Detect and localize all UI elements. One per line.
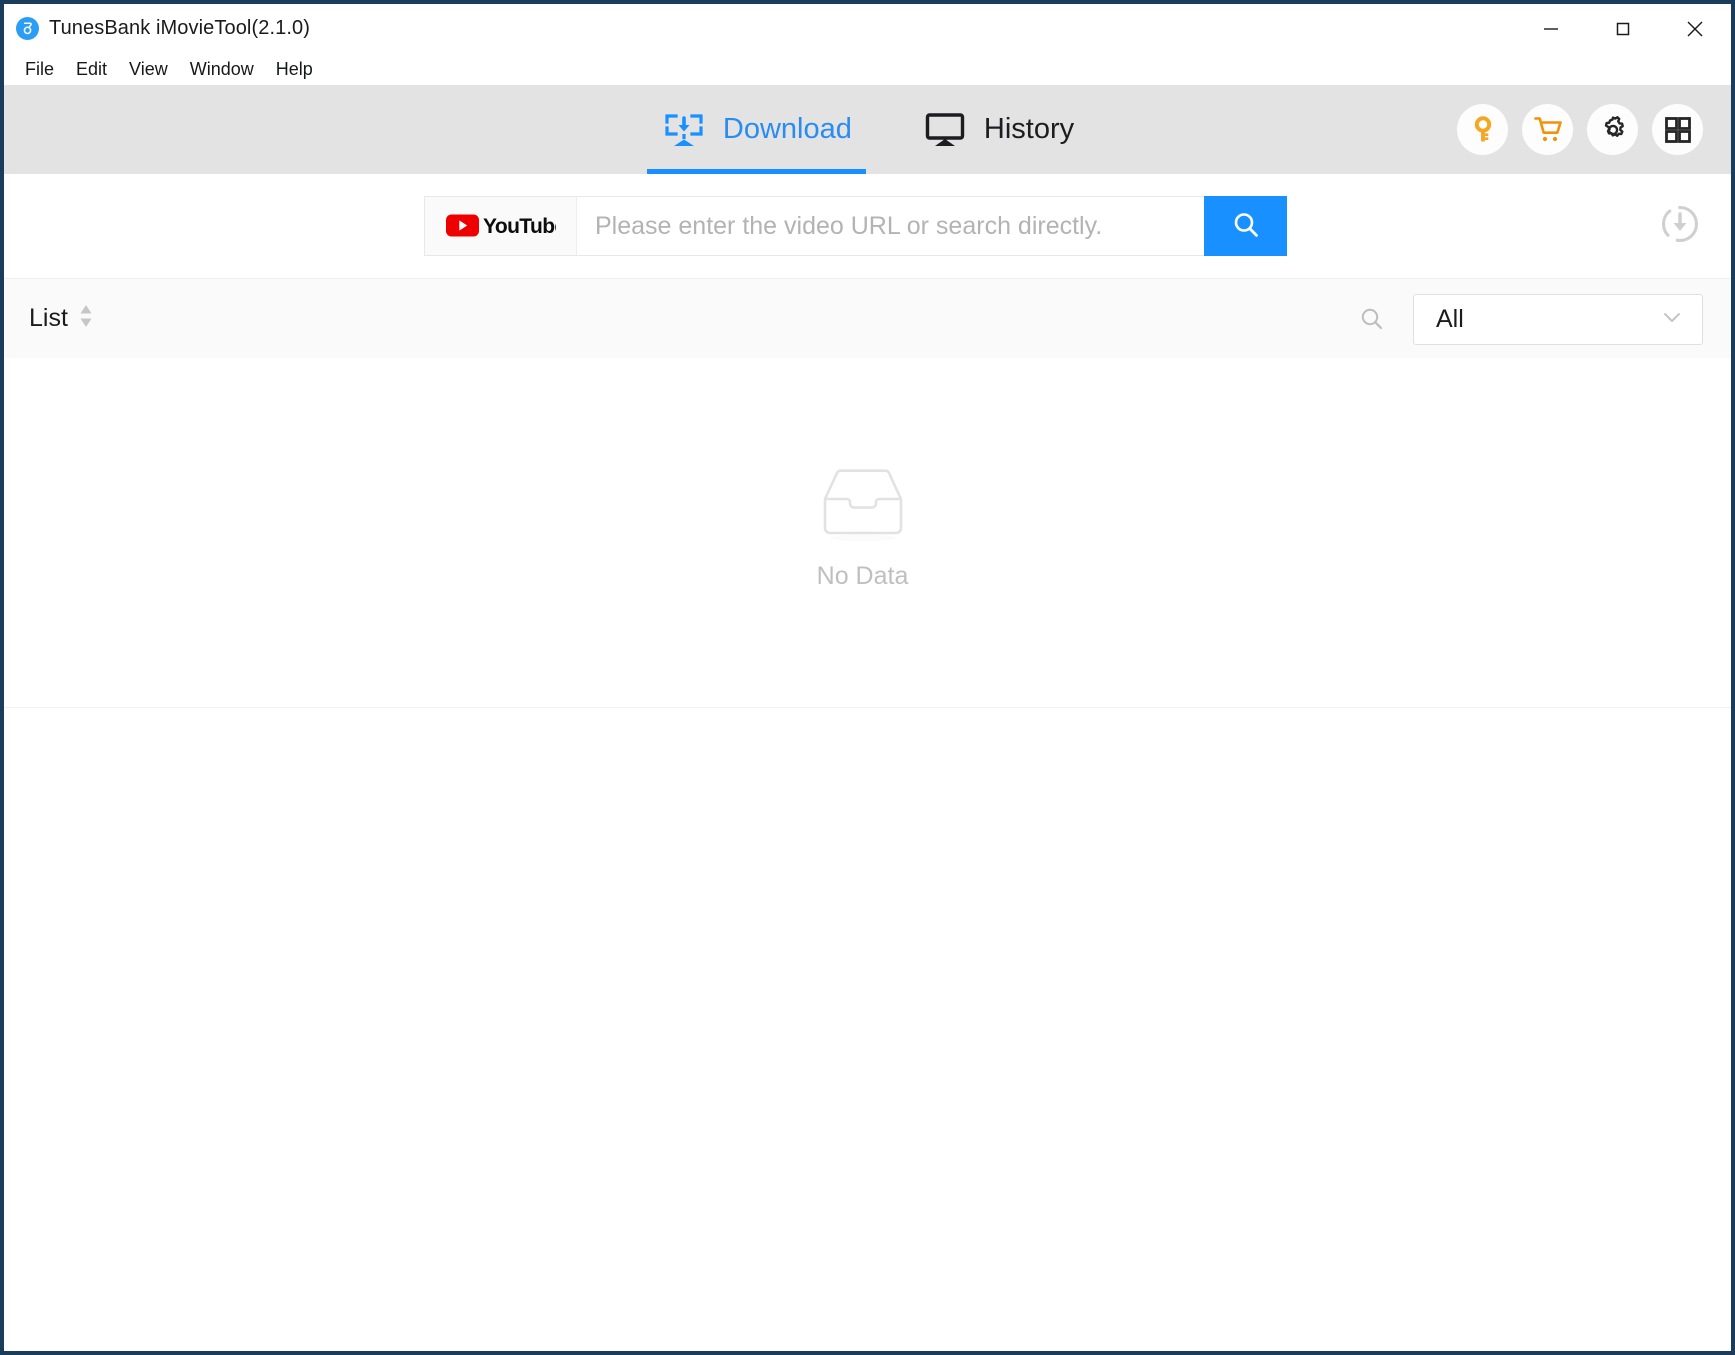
app-window: TunesBank iMovieTool(2.1.0) File <box>0 0 1735 1355</box>
list-search-icon[interactable] <box>1359 306 1385 332</box>
empty-inbox-icon <box>815 463 911 550</box>
sort-updown-icon <box>79 303 93 334</box>
monitor-download-icon <box>661 107 707 153</box>
filter-select[interactable]: All <box>1413 294 1703 345</box>
tab-download[interactable]: Download <box>647 85 866 174</box>
search-button[interactable] <box>1204 196 1287 256</box>
download-manager-button[interactable] <box>1657 203 1703 249</box>
tab-history[interactable]: History <box>908 85 1088 174</box>
maximize-button[interactable] <box>1587 4 1659 53</box>
grid-icon <box>1664 116 1692 144</box>
title-bar: TunesBank iMovieTool(2.1.0) <box>4 4 1731 53</box>
cart-icon <box>1532 114 1563 145</box>
list-sort-label: List <box>29 304 68 333</box>
search-input[interactable] <box>576 196 1204 256</box>
register-key-button[interactable] <box>1457 104 1508 155</box>
menu-item-window[interactable]: Window <box>179 57 265 82</box>
window-controls <box>1515 4 1731 53</box>
list-sort-control[interactable]: List <box>29 303 93 334</box>
toolbar-right: All <box>1359 279 1703 359</box>
purchase-cart-button[interactable] <box>1522 104 1573 155</box>
menu-item-file[interactable]: File <box>14 57 65 82</box>
nav-bar: Download History <box>4 85 1731 174</box>
nav-actions <box>1457 85 1703 174</box>
close-button[interactable] <box>1659 4 1731 53</box>
empty-state-text: No Data <box>817 562 909 591</box>
menu-item-help[interactable]: Help <box>265 57 324 82</box>
filter-select-value: All <box>1436 305 1464 334</box>
chevron-down-icon <box>1660 305 1684 334</box>
key-icon <box>1468 115 1498 145</box>
app-logo-icon <box>16 17 39 40</box>
platform-selector[interactable]: YouTube <box>424 196 576 256</box>
empty-state: No Data <box>815 463 911 591</box>
tab-download-label: Download <box>723 113 852 146</box>
search-section: YouTube <box>4 174 1731 278</box>
menu-bar: File Edit View Window Help <box>4 53 1731 85</box>
minimize-button[interactable] <box>1515 4 1587 53</box>
search-group: YouTube <box>424 196 1287 256</box>
list-toolbar: List All <box>4 278 1731 358</box>
svg-text:YouTube: YouTube <box>483 215 556 238</box>
menu-item-edit[interactable]: Edit <box>65 57 118 82</box>
settings-button[interactable] <box>1587 104 1638 155</box>
menu-item-view[interactable]: View <box>118 57 179 82</box>
monitor-icon <box>922 107 968 153</box>
gear-icon <box>1598 115 1628 145</box>
tab-history-label: History <box>984 113 1074 146</box>
download-progress-icon <box>1658 202 1702 251</box>
footer-area <box>4 708 1731 1351</box>
apps-grid-button[interactable] <box>1652 104 1703 155</box>
app-title: TunesBank iMovieTool(2.1.0) <box>49 17 310 40</box>
search-icon <box>1230 209 1262 244</box>
content-area: No Data <box>4 358 1731 708</box>
youtube-logo-icon: YouTube <box>446 210 556 243</box>
